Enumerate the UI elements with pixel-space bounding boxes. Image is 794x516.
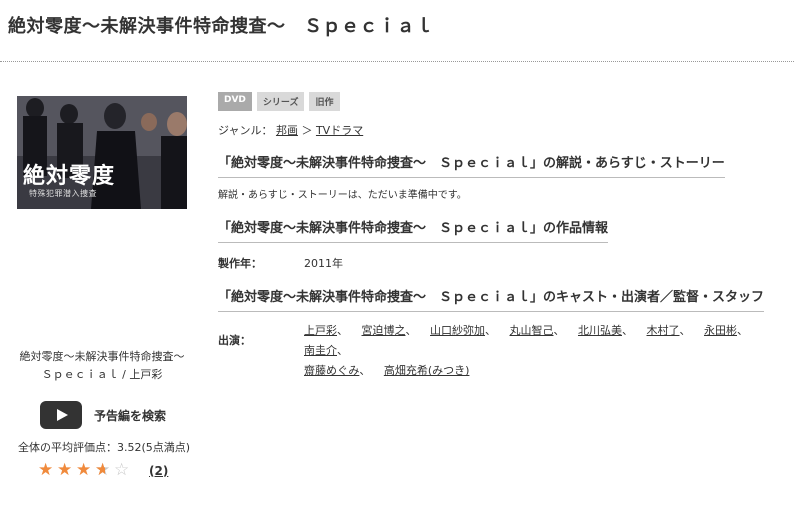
- average-rating-text: 全体の平均評価点：3.52(5点満点): [18, 441, 191, 454]
- page-title: 絶対零度〜未解決事件特命捜査〜 Ｓｐｅｃｉａｌ: [8, 16, 434, 37]
- caption-line-1: 絶対零度〜未解決事件特命捜査〜: [19, 350, 185, 363]
- genre-link-tv-drama[interactable]: TVドラマ: [316, 124, 363, 137]
- star-rating: ★ ★ ★ ★ ☆ (2): [38, 460, 168, 480]
- tag-old-release: 旧作: [309, 92, 340, 111]
- star-icon: ★: [38, 460, 54, 480]
- cast-link[interactable]: 高畑充希(みつき): [384, 364, 470, 377]
- genre-link-japanese-film[interactable]: 邦画: [276, 124, 298, 137]
- genre-label: ジャンル：: [218, 124, 273, 137]
- cast-link[interactable]: 宮迫博之: [362, 324, 406, 337]
- review-count-link[interactable]: (2): [149, 464, 168, 478]
- empty-star-icon: ☆: [114, 460, 130, 480]
- cast-link[interactable]: 丸山智己: [510, 324, 554, 337]
- cast-link[interactable]: 永田彬: [704, 324, 737, 337]
- cast-link[interactable]: 木村了: [647, 324, 680, 337]
- cast-label: 出演：: [218, 334, 251, 347]
- poster-title-text: 絶対零度: [23, 163, 116, 189]
- poster-subtitle-text: 特殊犯罪潜入捜査: [29, 189, 97, 198]
- genre-breadcrumb: ジャンル： 邦画 ＞ TVドラマ: [218, 122, 363, 138]
- tag-dvd: DVD: [218, 92, 252, 111]
- synopsis-heading: 「絶対零度〜未解決事件特命捜査〜 Ｓｐｅｃｉａｌ」の解説・あらすじ・ストーリー: [218, 152, 725, 178]
- caption-line-2: Ｓｐｅｃｉａｌ / 上戸彩: [41, 368, 163, 381]
- cast-heading: 「絶対零度〜未解決事件特命捜査〜 Ｓｐｅｃｉａｌ」のキャスト・出演者／監督・スタ…: [218, 286, 765, 312]
- cast-link[interactable]: 北川弘美: [578, 324, 622, 337]
- synopsis-text: 解説・あらすじ・ストーリーは、ただいま準備中です。: [218, 190, 467, 201]
- trailer-search-button[interactable]: 予告編を検索: [40, 401, 166, 429]
- year-label: 製作年：: [218, 257, 262, 270]
- cast-link[interactable]: 上戸彩: [304, 324, 337, 337]
- star-icon: ★: [76, 460, 92, 480]
- info-heading: 「絶対零度〜未解決事件特命捜査〜 Ｓｐｅｃｉａｌ」の作品情報: [218, 217, 609, 243]
- dotted-divider: [0, 61, 794, 62]
- title-caption: 絶対零度〜未解決事件特命捜査〜 Ｓｐｅｃｉａｌ / 上戸彩: [0, 348, 204, 384]
- tag-list: DVD シリーズ 旧作: [218, 92, 340, 111]
- cast-link[interactable]: 山口紗弥加: [430, 324, 485, 337]
- cast-link[interactable]: 南圭介: [304, 344, 337, 357]
- half-star-icon: ★: [95, 462, 114, 480]
- star-icon: ★: [57, 460, 73, 480]
- breadcrumb-separator: ＞: [301, 124, 313, 137]
- cast-list: 上戸彩、 宮迫博之、 山口紗弥加、 丸山智己、 北川弘美、 木村了、 永田彬、 …: [304, 324, 748, 377]
- tag-series: シリーズ: [256, 92, 305, 111]
- trailer-search-label: 予告編を検索: [94, 408, 167, 423]
- year-value: 2011年: [304, 257, 343, 270]
- play-icon: [40, 401, 82, 429]
- cast-link[interactable]: 齋藤めぐみ: [304, 364, 359, 377]
- poster-image[interactable]: 絶対零度 特殊犯罪潜入捜査: [17, 96, 187, 209]
